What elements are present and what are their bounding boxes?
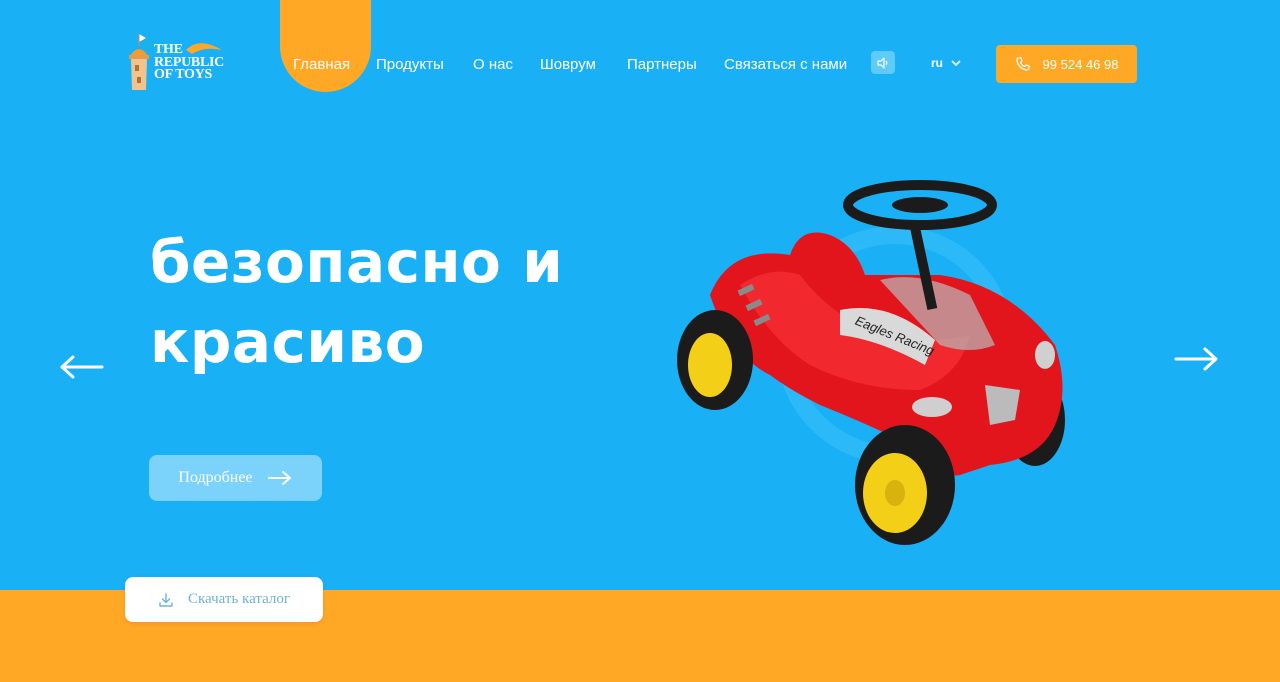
nav-item-showroom[interactable]: Шоврум [540,56,596,73]
ride-on-car-image: Eagles Racing [677,180,1065,545]
nav-active-indicator [280,0,371,92]
nav-item-partners[interactable]: Партнеры [627,56,697,73]
nav-item-about[interactable]: О нас [473,56,513,73]
nav-item-contact[interactable]: Связаться с нами [724,56,847,73]
more-button[interactable]: Подробнее [149,455,322,501]
logo-line-3: OF TOYS [154,67,212,82]
language-selector[interactable]: ru [931,56,961,70]
phone-button[interactable]: 99 524 46 98 [996,45,1137,83]
language-value: ru [931,56,943,70]
hero-headline: безопасно и красиво [150,222,563,382]
arrow-right-icon [267,471,291,485]
phone-icon [1015,57,1030,71]
speaker-icon [877,56,888,69]
slider-next-arrow-icon[interactable] [1172,344,1220,374]
nav-item-products[interactable]: Продукты [376,56,444,73]
headline-line-2: красиво [150,308,426,376]
sound-toggle-button[interactable] [871,51,895,74]
phone-number: 99 524 46 98 [1042,56,1119,72]
logo-wordmark[interactable]: THE REPUBLIC OF TOYS [154,43,224,82]
download-icon [159,592,173,607]
headline-line-1: безопасно и [150,228,564,296]
chevron-down-icon [951,60,961,66]
more-button-label: Подробнее [178,469,253,486]
download-catalog-label: Скачать каталог [187,591,291,607]
download-catalog-button[interactable]: Скачать каталог [125,577,323,622]
slider-prev-arrow-icon[interactable] [58,352,106,382]
nav-item-home[interactable]: Главная [293,56,350,73]
